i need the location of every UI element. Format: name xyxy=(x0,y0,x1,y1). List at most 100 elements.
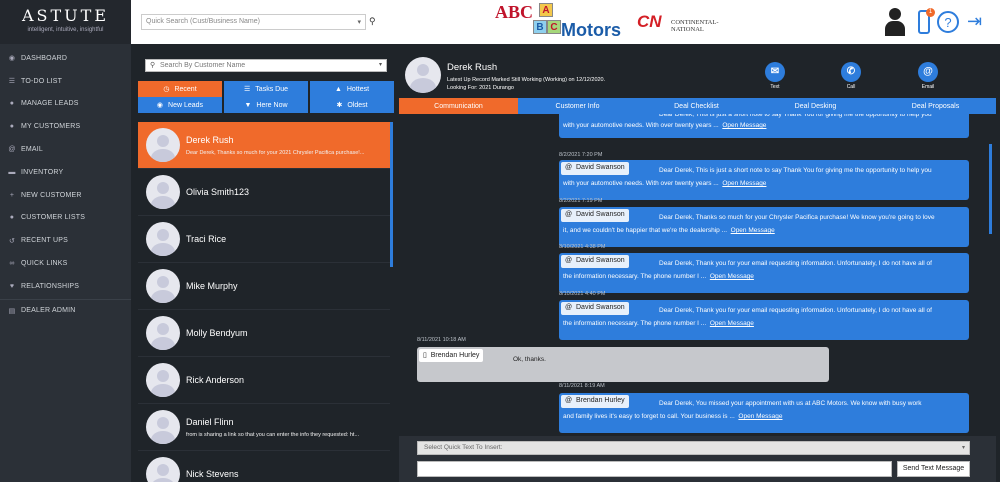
avatar xyxy=(146,363,180,397)
tab-communication[interactable]: Communication xyxy=(399,98,518,114)
message-timestamp: 8/10/2021 4:40 PM xyxy=(559,291,606,297)
admin-icon: ▤ xyxy=(8,307,16,315)
logo-block-b: B xyxy=(533,20,547,34)
open-message-link[interactable]: Open Message xyxy=(722,122,766,129)
filter-tasks-due[interactable]: ☰ Tasks Due xyxy=(224,81,308,97)
contact-name: Daniel Flinn xyxy=(186,416,234,427)
quick-search-input[interactable]: Quick Search (Cust/Business Name) ▾ xyxy=(141,14,366,30)
tab-deal-desking[interactable]: Deal Desking xyxy=(756,98,875,114)
message-bubble[interactable]: @ David Swanson Dear Derek, Thank you for… xyxy=(559,253,969,293)
partner-logo-mark: CN xyxy=(637,12,662,31)
filter-recent[interactable]: ◷ Recent xyxy=(138,81,222,97)
customer-search-input[interactable]: ⚲ Search By Customer Name ▾ xyxy=(145,59,387,72)
help-icon[interactable]: ? xyxy=(937,8,961,36)
nav-item-dashboard[interactable]: ◉ DASHBOARD xyxy=(0,47,131,70)
contact-name: Nick Stevens xyxy=(186,469,239,479)
nav-item-new-customer[interactable]: + NEW CUSTOMER xyxy=(0,184,131,207)
filter-here-now[interactable]: ▼ Here Now xyxy=(224,97,308,113)
call-action-button[interactable]: ✆ Call xyxy=(836,62,866,90)
location-icon: ▼ xyxy=(244,101,252,109)
nav-item-manage-leads[interactable]: ● MANAGE LEADS xyxy=(0,93,131,116)
message-thread-scrollbar[interactable] xyxy=(989,144,992,234)
nav-item-my-customers[interactable]: ● MY CUSTOMERS xyxy=(0,115,131,138)
tab-customer-info[interactable]: Customer Info xyxy=(518,98,637,114)
nav-item-label: EMAIL xyxy=(21,146,44,154)
filter-hottest[interactable]: ▲ Hottest xyxy=(310,81,394,97)
conversation-tabs: Communication Customer Info Deal Checklist… xyxy=(399,98,996,114)
conversation-header: Derek Rush Latest Up Record Marked Still… xyxy=(399,52,996,98)
filter-new-leads[interactable]: ◉ New Leads xyxy=(138,97,222,113)
contact-list-item[interactable]: Mike Murphy xyxy=(138,263,390,310)
text-action-button[interactable]: ✉ Text xyxy=(760,62,790,90)
message-text-cont: with your automotive needs. With over tw… xyxy=(563,180,719,187)
user-profile-icon[interactable] xyxy=(883,8,907,36)
nav-item-recent-ups[interactable]: ↺ RECENT UPS xyxy=(0,229,131,252)
open-message-link[interactable]: Open Message xyxy=(738,413,782,420)
message-input[interactable] xyxy=(417,461,892,477)
nav-item-dealer-admin[interactable]: ▤ DEALER ADMIN xyxy=(0,298,131,322)
nav-item-email[interactable]: @ EMAIL xyxy=(0,138,131,161)
nav-item-to-do-list[interactable]: ☰ TO-DO LIST xyxy=(0,70,131,93)
chevron-down-icon: ▾ xyxy=(378,62,382,68)
tab-deal-proposals[interactable]: Deal Proposals xyxy=(875,98,996,114)
quick-text-select[interactable]: Select Quick Text To Insert: ▾ xyxy=(417,441,970,455)
logout-icon[interactable]: ⇥ xyxy=(967,8,991,36)
tab-deal-checklist[interactable]: Deal Checklist xyxy=(637,98,756,114)
contact-list-item[interactable]: Rick Anderson xyxy=(138,357,390,404)
nav-item-inventory[interactable]: ▬ INVENTORY xyxy=(0,161,131,184)
chevron-down-icon: ▾ xyxy=(357,19,361,26)
open-message-link[interactable]: Open Message xyxy=(722,180,766,187)
filter-label: Here Now xyxy=(256,101,288,109)
open-message-link[interactable]: Open Message xyxy=(710,273,754,280)
contact-list: Derek Rush Dear Derek, Thanks so much for… xyxy=(138,122,390,482)
message-text-cont: it, and we couldn't be happier that we'r… xyxy=(563,227,728,234)
contact-preview: from is sharing a link so that you can e… xyxy=(186,431,360,438)
message-bubble[interactable]: @ Brendan Hurley Dear Derek, You missed y… xyxy=(559,393,969,433)
open-message-link[interactable]: Open Message xyxy=(731,227,775,234)
message-text-cont: with your automotive needs. With over tw… xyxy=(563,122,719,129)
message-bubble[interactable]: Dear Derek, This is just a short note to… xyxy=(559,114,969,138)
list-icon: ☰ xyxy=(8,78,16,86)
nav-item-customer-lists[interactable]: ● CUSTOMER LISTS xyxy=(0,207,131,230)
contact-list-item[interactable]: Olivia Smith123 xyxy=(138,169,390,216)
nav-item-label: DASHBOARD xyxy=(21,54,68,62)
message-bubble[interactable]: @ David Swanson Dear Derek, Thanks so muc… xyxy=(559,207,969,247)
filter-label: Hottest xyxy=(346,85,370,93)
message-bubble[interactable]: @ David Swanson Dear Derek, This is just … xyxy=(559,160,969,200)
message-bubble[interactable]: ▯ Brendan Hurley Ok, thanks. xyxy=(417,347,829,382)
customer-status: Latest Up Record Marked Still Working (W… xyxy=(447,76,605,92)
contact-list-item[interactable]: Derek Rush Dear Derek, Thanks so much for… xyxy=(138,122,390,169)
plus-icon: + xyxy=(9,191,15,199)
contact-list-item[interactable]: Daniel Flinn from is sharing a link so th… xyxy=(138,404,390,451)
avatar xyxy=(146,128,180,162)
search-icon[interactable]: ⚲ xyxy=(369,16,376,27)
email-action-button[interactable]: @ Email xyxy=(913,62,943,90)
nav-item-label: RECENT UPS xyxy=(21,237,68,245)
contact-list-item[interactable]: Molly Bendyum xyxy=(138,310,390,357)
tab-label: Deal Checklist xyxy=(674,102,719,110)
nav-item-relationships[interactable]: ♥ RELATIONSHIPS xyxy=(0,275,131,298)
brand-tagline: intelligent, intuitive, insightful xyxy=(27,27,104,33)
contact-list-item[interactable]: Traci Rice xyxy=(138,216,390,263)
conversation-panel: Derek Rush Latest Up Record Marked Still… xyxy=(399,52,996,482)
contacts-panel: ⚲ Search By Customer Name ▾ ◷ Recent ☰ Task… xyxy=(137,52,395,482)
contact-list-scrollbar[interactable] xyxy=(390,122,393,267)
filter-oldest[interactable]: ✱ Oldest xyxy=(310,97,394,113)
open-message-link[interactable]: Open Message xyxy=(710,320,754,327)
nav-item-label: QUICK LINKS xyxy=(21,260,68,268)
customer-name: Derek Rush xyxy=(447,62,498,73)
nav-item-quick-links[interactable]: ∞ QUICK LINKS xyxy=(0,252,131,275)
message-timestamp: 8/11/2021 8:19 AM xyxy=(559,383,605,389)
logo-block-c: C xyxy=(547,20,561,34)
mobile-notifications-icon[interactable]: 1 xyxy=(914,8,938,36)
dashboard-icon: ◉ xyxy=(8,55,16,63)
sender-name: David Swanson xyxy=(576,304,625,311)
top-header: Quick Search (Cust/Business Name) ▾ ⚲ AB… xyxy=(131,0,1000,44)
message-bubble[interactable]: @ David Swanson Dear Derek, Thank you for… xyxy=(559,300,969,340)
message-sender: @ David Swanson xyxy=(561,255,629,268)
contact-list-item[interactable]: Nick Stevens xyxy=(138,451,390,482)
tab-label: Deal Proposals xyxy=(911,102,960,110)
brand-logo[interactable]: ASTUTE intelligent, intuitive, insightfu… xyxy=(0,0,131,44)
send-text-button[interactable]: Send Text Message xyxy=(897,461,970,477)
partner-logo-text: CONTINENTAL-NATIONAL xyxy=(671,19,719,33)
